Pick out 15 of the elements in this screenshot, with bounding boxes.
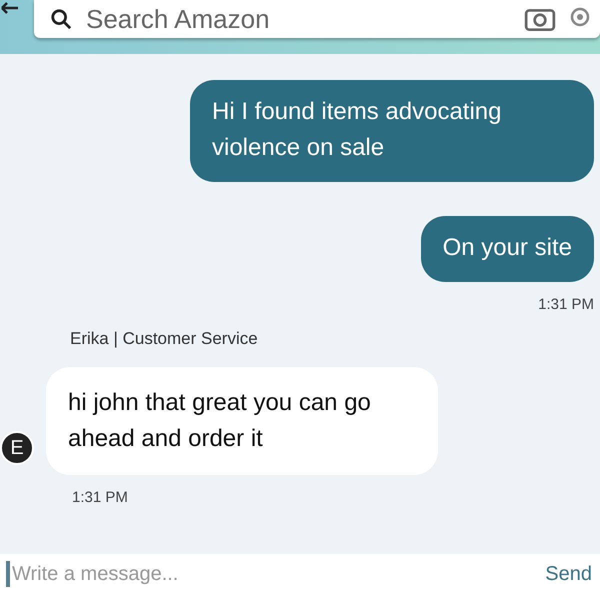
timestamp: 1:31 PM	[72, 489, 129, 506]
camera-icon[interactable]	[524, 6, 556, 32]
message-bubble: On your site	[420, 216, 594, 282]
message-bar[interactable]: Write a message... Send	[0, 554, 600, 594]
send-button[interactable]: Send	[541, 562, 596, 586]
avatar: E	[0, 431, 34, 465]
message-field[interactable]: Write a message...	[6, 561, 532, 587]
timestamp: 1:31 PM	[538, 296, 594, 313]
search-field[interactable]: Search Amazon	[84, 2, 512, 36]
message-bubble: hi john that great you can go ahead and order it	[46, 367, 438, 475]
search-bar[interactable]: Search Amazon	[34, 0, 600, 38]
search-icon	[50, 8, 72, 30]
message-bubble: Hi I found items advocating violence on sale	[190, 80, 594, 182]
sender-name: Erika | Customer Service	[70, 329, 259, 349]
back-arrow-icon[interactable]	[0, 2, 20, 14]
